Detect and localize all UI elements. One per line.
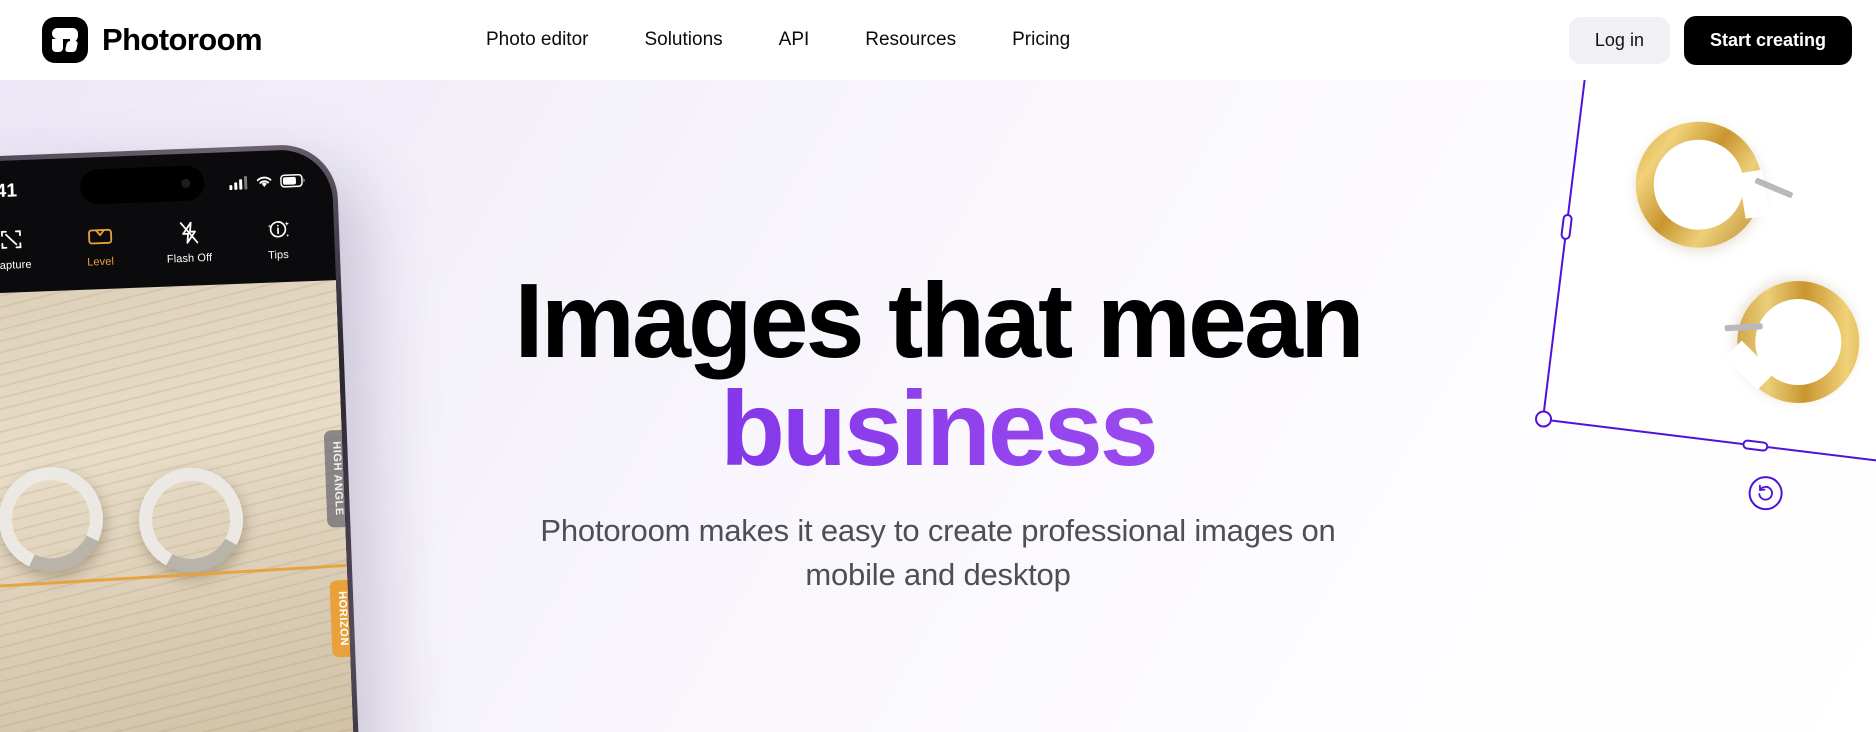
silver-earring-right bbox=[126, 455, 256, 585]
nav-item-pricing[interactable]: Pricing bbox=[984, 29, 1098, 51]
camera-viewfinder-photo: HIGH ANGLE HORIZON bbox=[0, 280, 358, 732]
selection-bounding-box[interactable] bbox=[1534, 80, 1876, 473]
phone-screen: 9:41 Capture Level Flash Off Tips HIGH A… bbox=[0, 148, 358, 732]
gold-earring-top bbox=[1626, 112, 1771, 257]
start-creating-button[interactable]: Start creating bbox=[1683, 15, 1852, 65]
badge-high-angle: HIGH ANGLE bbox=[323, 429, 352, 528]
subhead-line-2: mobile and desktop bbox=[805, 557, 1071, 593]
camera-tool-label: Tips bbox=[267, 248, 290, 262]
nav-item-api[interactable]: API bbox=[751, 29, 838, 51]
brand-name: Photoroom bbox=[102, 22, 263, 57]
camera-toolbar: Capture Level Flash Off Tips bbox=[0, 206, 336, 293]
cellular-signal-icon bbox=[229, 175, 248, 191]
login-button[interactable]: Log in bbox=[1568, 16, 1670, 64]
silver-earring-left bbox=[0, 452, 118, 586]
badge-horizon: HORIZON bbox=[329, 579, 357, 658]
brand-logo[interactable]: Photoroom bbox=[42, 17, 263, 63]
dynamic-island bbox=[79, 165, 205, 205]
battery-icon bbox=[280, 173, 305, 188]
flash-off-icon bbox=[177, 219, 200, 246]
subhead-line-1: Photoroom makes it easy to create profes… bbox=[540, 513, 1336, 549]
photoroom-logo-icon bbox=[42, 17, 88, 63]
header-actions: Log in Start creating bbox=[1568, 0, 1852, 80]
headline-line-1: Images that mean bbox=[514, 262, 1364, 380]
capture-frame-icon bbox=[0, 226, 23, 253]
site-header: Photoroom Photo editor Solutions API Res… bbox=[0, 0, 1876, 80]
level-icon bbox=[86, 223, 113, 250]
wifi-icon bbox=[256, 176, 272, 188]
camera-tool-flash-off[interactable]: Flash Off bbox=[149, 218, 229, 266]
editor-selection-canvas bbox=[1534, 80, 1876, 513]
selection-handle-bottom[interactable] bbox=[1741, 439, 1769, 453]
camera-tool-label: Level bbox=[86, 255, 115, 269]
rotate-counterclockwise-icon[interactable] bbox=[1746, 474, 1785, 513]
nav-item-resources[interactable]: Resources bbox=[837, 29, 984, 51]
camera-tool-capture[interactable]: Capture bbox=[0, 225, 51, 273]
nav-item-photo-editor[interactable]: Photo editor bbox=[486, 29, 616, 51]
status-time: 9:41 bbox=[0, 180, 18, 203]
selection-handle-bottom-left[interactable] bbox=[1534, 409, 1553, 429]
selection-handle-left[interactable] bbox=[1560, 213, 1574, 241]
camera-tool-level[interactable]: Level bbox=[60, 222, 140, 270]
phone-frame: 9:41 Capture Level Flash Off Tips HIGH A… bbox=[0, 143, 363, 732]
camera-tool-label: Capture bbox=[0, 258, 32, 273]
primary-nav: Photo editor Solutions API Resources Pri… bbox=[486, 0, 1098, 80]
info-tips-icon bbox=[264, 216, 291, 243]
camera-tool-label: Flash Off bbox=[166, 251, 213, 266]
camera-tool-tips[interactable]: Tips bbox=[238, 215, 318, 263]
gold-earring-bottom bbox=[1712, 255, 1876, 429]
phone-mockup: 9:41 Capture Level Flash Off Tips HIGH A… bbox=[0, 142, 390, 732]
nav-item-solutions[interactable]: Solutions bbox=[616, 29, 750, 51]
hero-section: 9:41 Capture Level Flash Off Tips HIGH A… bbox=[0, 80, 1876, 732]
